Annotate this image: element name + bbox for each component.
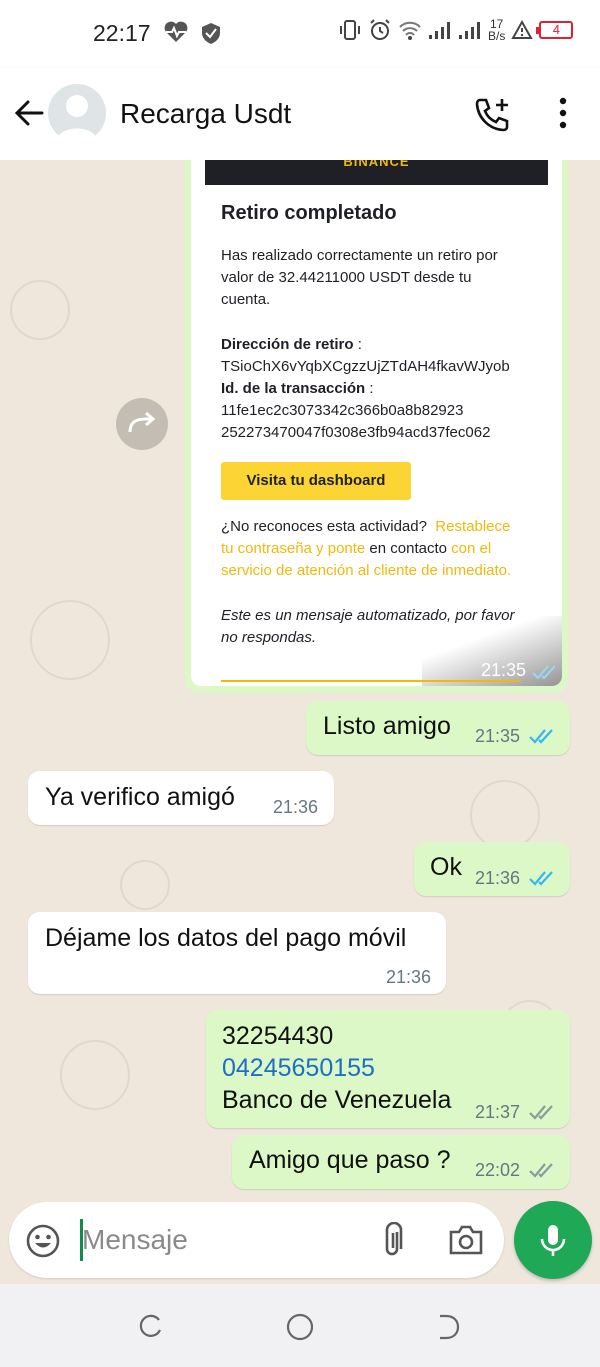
message-input-bar[interactable]: Mensaje (9, 1202, 504, 1278)
address-separator: : (353, 336, 362, 353)
message-text: Listo amigo (323, 712, 451, 740)
card-intro-line: valor de 32.44211000 USDT desde tu (221, 269, 472, 286)
image-message[interactable]: BINANCE Retiro completado Has realizado … (185, 160, 568, 693)
card-title: Retiro completado (221, 202, 397, 224)
message-text: Banco de Venezuela (222, 1086, 452, 1114)
chat-header: Recarga Usdt (0, 68, 600, 160)
avatar-placeholder-icon (56, 95, 98, 142)
recent-apps-icon[interactable] (137, 1314, 163, 1340)
delivered-ticks-icon (529, 1163, 553, 1178)
card-details: Dirección de retiro : TSioChX6vYqbXCgzzU… (221, 334, 510, 444)
wifi-icon (399, 21, 421, 40)
message-bubble-out[interactable]: Ok 21:36 (414, 842, 570, 896)
card-divider (221, 680, 521, 682)
withdraw-address: TSioChX6vYqbXCgzzUjZTdAH4fkavWJyob (221, 358, 510, 375)
binance-header: BINANCE (205, 160, 548, 185)
warning-link: con el (451, 540, 492, 557)
card-warning: ¿No reconoces esta actividad? Restablece… (221, 516, 511, 582)
add-call-icon[interactable] (474, 96, 512, 132)
txid-separator: : (365, 380, 374, 397)
delivered-ticks-icon (529, 1105, 553, 1120)
read-ticks-icon (529, 871, 553, 886)
vibrate-icon (340, 20, 360, 40)
emoji-icon[interactable] (25, 1223, 61, 1259)
alarm-icon (370, 19, 390, 40)
contact-name[interactable]: Recarga Usdt (120, 98, 291, 130)
card-intro: Has realizado correctamente un retiro po… (221, 245, 498, 311)
address-label: Dirección de retiro (221, 336, 354, 353)
message-bubble-out[interactable]: Listo amigo 21:35 (306, 701, 570, 755)
message-text: Déjame los datos del pago móvil (45, 924, 407, 952)
warning-link: tu contraseña y ponte (221, 540, 366, 557)
mic-icon (540, 1225, 566, 1256)
card-intro-line: Has realizado correctamente un retiro po… (221, 247, 498, 264)
signal-icon (459, 22, 480, 39)
forward-button[interactable] (116, 398, 168, 450)
more-vert-icon[interactable] (550, 96, 576, 130)
wallpaper-doodle (470, 780, 540, 850)
mic-button[interactable] (514, 1201, 592, 1279)
txid-value: 11fe1ec2c3073342c366b0a8b82923 (221, 402, 464, 419)
wallpaper-doodle (30, 600, 110, 680)
message-time: 21:37 (475, 1102, 521, 1122)
message-input[interactable]: Mensaje (82, 1224, 188, 1256)
heart-pulse-icon (164, 21, 188, 42)
warning-link: Restablece (435, 518, 511, 535)
status-right: 17 B/s 4 (338, 18, 574, 42)
attach-icon[interactable] (377, 1222, 407, 1260)
dashboard-button: Visita tu dashboard (221, 462, 411, 500)
warning-link: servicio de atención al cliente de inmed… (221, 562, 512, 579)
message-time: 21:36 (273, 797, 319, 817)
wallpaper-doodle (60, 1040, 130, 1110)
phone-number-link[interactable]: 04245650155 (222, 1054, 375, 1083)
status-bar: 22:17 17 B/s 4 (0, 0, 600, 68)
shield-icon (202, 23, 220, 44)
read-ticks-icon (532, 665, 556, 680)
signal-icon (429, 22, 450, 39)
txid-label: Id. de la transacción (221, 380, 366, 397)
back-icon[interactable] (436, 1314, 462, 1340)
warning-text: en contacto (365, 540, 452, 557)
forward-icon (128, 411, 156, 433)
message-text: Amigo que paso ? (249, 1146, 451, 1174)
chat-area[interactable]: BINANCE Retiro completado Has realizado … (0, 160, 600, 1284)
net-speed: 17 B/s (488, 18, 505, 42)
message-text: Ya verifico amigó (45, 783, 235, 811)
wallpaper-doodle (10, 280, 70, 340)
wallpaper-doodle (120, 860, 170, 910)
binance-screenshot[interactable]: BINANCE Retiro completado Has realizado … (191, 160, 562, 686)
system-nav-bar (0, 1284, 600, 1367)
message-bubble-in[interactable]: Déjame los datos del pago móvil 21:36 (28, 912, 446, 994)
txid-value: 252273470047f0308e3fb94acd37fec062 (221, 424, 491, 441)
battery-icon: 4 (536, 21, 574, 39)
message-time: 22:02 (475, 1160, 521, 1180)
read-ticks-icon (529, 729, 553, 744)
warning-question: ¿No reconoces esta actividad? (221, 518, 427, 535)
battery-level: 4 (552, 22, 560, 37)
message-time: 21:36 (386, 967, 432, 987)
message-bubble-out[interactable]: Amigo que paso ? 22:02 (232, 1135, 570, 1189)
card-intro-line: cuenta. (221, 291, 271, 308)
camera-icon[interactable] (447, 1222, 485, 1258)
status-time: 22:17 (93, 20, 151, 46)
message-text: Ok (430, 853, 462, 881)
back-arrow-icon[interactable] (12, 96, 46, 130)
binance-logo: BINANCE (343, 160, 410, 169)
message-bubble-in[interactable]: Ya verifico amigó 21:36 (28, 771, 334, 825)
message-text: 32254430 (222, 1022, 334, 1050)
message-time: 21:36 (475, 868, 521, 888)
home-icon[interactable] (286, 1313, 314, 1341)
message-bubble-out[interactable]: 32254430 04245650155 Banco de Venezuela … (206, 1010, 570, 1128)
avatar[interactable] (48, 84, 106, 142)
net-speed-unit: B/s (488, 29, 506, 43)
warning-icon (511, 19, 534, 39)
message-time: 21:35 (481, 660, 527, 680)
message-time: 21:35 (475, 726, 521, 746)
